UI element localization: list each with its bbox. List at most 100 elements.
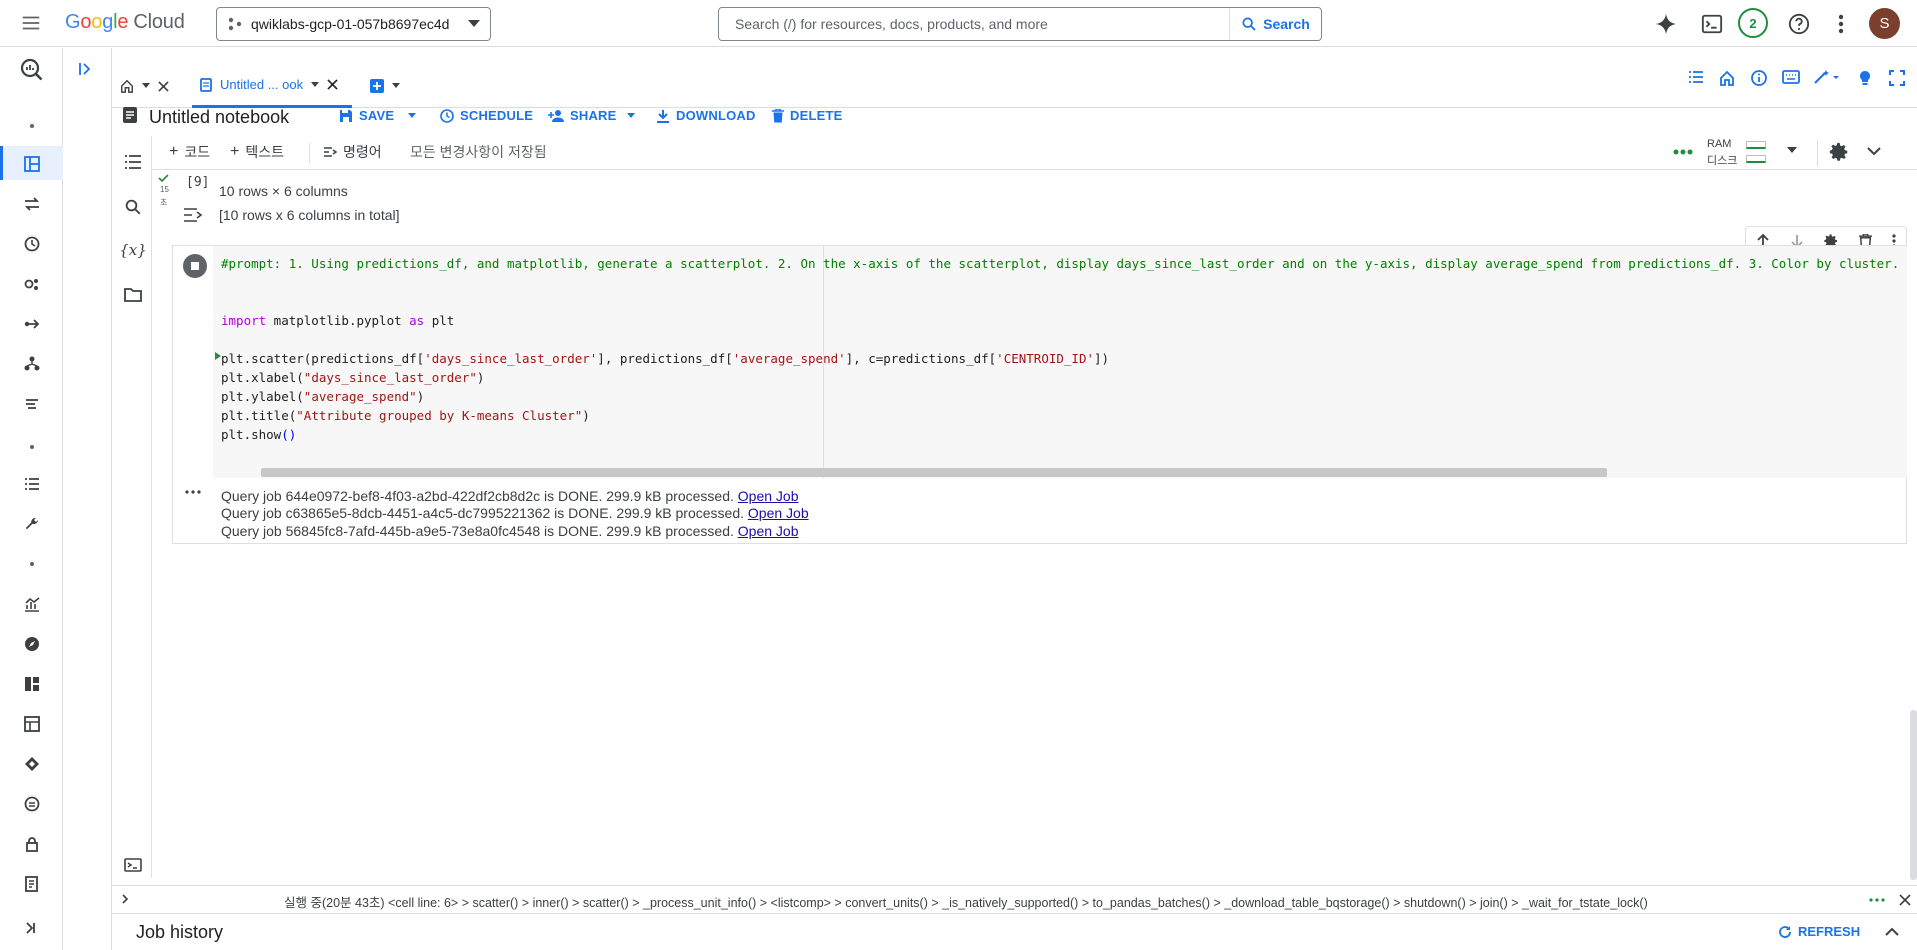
- folder-icon[interactable]: [122, 284, 144, 306]
- fullscreen-icon[interactable]: [1889, 70, 1905, 86]
- save-button[interactable]: SAVE: [339, 108, 417, 123]
- stop-run-button[interactable]: [183, 254, 207, 278]
- code-editor[interactable]: #prompt: 1. Using predictions_df, and ma…: [213, 246, 1907, 478]
- runtime-menu-chevron-icon[interactable]: [1787, 147, 1797, 154]
- product-nav: [0, 48, 63, 950]
- data-transfer-icon[interactable]: [20, 192, 44, 216]
- dashboard-icon[interactable]: [20, 672, 44, 696]
- table-icon[interactable]: [20, 712, 44, 736]
- gemini-sparkle-icon[interactable]: [1653, 11, 1679, 37]
- cloud-shell-icon[interactable]: [1699, 11, 1725, 37]
- exec-success-check-icon: [158, 174, 169, 183]
- lightbulb-icon[interactable]: [1858, 70, 1872, 86]
- settings-gear-icon[interactable]: [1828, 141, 1850, 163]
- code-horizontal-scrollbar[interactable]: [261, 468, 1607, 477]
- expand-job-history-icon[interactable]: [1885, 927, 1899, 936]
- analytics-hub-icon[interactable]: [20, 272, 44, 296]
- main-menu-icon[interactable]: [20, 12, 50, 34]
- code-token: as: [409, 313, 425, 328]
- execution-count: [9]: [186, 175, 210, 190]
- terminal-icon[interactable]: [122, 854, 144, 876]
- expand-status-chevron-icon[interactable]: [122, 894, 129, 904]
- open-job-link[interactable]: Open Job: [738, 488, 799, 504]
- plus-icon: +: [169, 143, 179, 160]
- status-more-icon[interactable]: [1869, 898, 1885, 902]
- nav-dot: [30, 124, 34, 128]
- expand-explorer-icon[interactable]: [78, 61, 94, 77]
- ram-meter: [1746, 141, 1766, 149]
- avatar[interactable]: S: [1869, 8, 1900, 39]
- expand-nav-icon[interactable]: [20, 916, 44, 940]
- open-job-link[interactable]: Open Job: [738, 523, 799, 539]
- delete-button[interactable]: DELETE: [772, 108, 842, 123]
- monitoring-icon[interactable]: [20, 592, 44, 616]
- magic-wand-icon[interactable]: [1813, 69, 1841, 85]
- runtime-connected-icon[interactable]: [1673, 149, 1693, 155]
- add-code-button[interactable]: + 코드: [169, 142, 210, 162]
- keyboard-icon[interactable]: [1782, 70, 1800, 84]
- disk-meter: [1746, 155, 1766, 163]
- help-icon[interactable]: [1786, 11, 1812, 37]
- add-text-button[interactable]: + 텍스트: [230, 142, 284, 162]
- command-palette-button[interactable]: 명령어: [323, 142, 382, 162]
- search-bar[interactable]: Search (/) for resources, docs, products…: [718, 7, 1322, 41]
- notebook-vertical-scrollbar[interactable]: [1910, 710, 1917, 880]
- collapse-chevron-icon[interactable]: [1867, 147, 1881, 156]
- code-token: ]): [1094, 351, 1110, 366]
- release-notes-icon[interactable]: [20, 872, 44, 896]
- query-job-line: Query job c63865e5-8dcb-4451-a4c5-dc7995…: [221, 505, 809, 521]
- table-of-contents-icon[interactable]: [122, 151, 144, 173]
- explorer-collapsed-column: [64, 48, 112, 950]
- variables-icon[interactable]: {x}: [119, 239, 147, 261]
- toolbar-divider: [309, 143, 310, 163]
- search-button[interactable]: Search: [1229, 8, 1321, 40]
- info-icon[interactable]: [1751, 70, 1767, 86]
- disk-label: 디스크: [1707, 155, 1738, 167]
- project-picker[interactable]: qwiklabs-gcp-01-057b8697ec4d: [216, 7, 491, 41]
- nav-dot: [30, 445, 34, 449]
- code-token: ], c=predictions_df[: [845, 351, 997, 366]
- code-token: plt.scatter(predictions_df[: [221, 351, 425, 366]
- explore-compass-icon[interactable]: [20, 632, 44, 656]
- dataplex-icon[interactable]: [20, 352, 44, 376]
- code-token: "Attribute grouped by K-means Cluster": [296, 408, 583, 423]
- google-cloud-logo[interactable]: Google Cloud: [65, 11, 185, 34]
- open-job-link[interactable]: Open Job: [748, 505, 809, 521]
- notifications-badge[interactable]: 2: [1738, 8, 1768, 38]
- list-view-icon[interactable]: [1688, 70, 1704, 84]
- scheduled-queries-icon[interactable]: [20, 232, 44, 256]
- close-icon: [158, 80, 169, 92]
- code-line-prompt: #prompt: 1. Using predictions_df, and ma…: [221, 256, 1907, 271]
- code-token: plt.ylabel(: [221, 389, 304, 404]
- schedule-button[interactable]: SCHEDULE: [440, 108, 533, 123]
- bigquery-logo-icon[interactable]: [20, 58, 44, 82]
- refresh-label: REFRESH: [1798, 924, 1861, 939]
- output-actions-icon[interactable]: [183, 206, 205, 224]
- logo-letter: G: [65, 11, 81, 33]
- studio-icon[interactable]: [20, 152, 44, 176]
- share-button[interactable]: SHARE: [548, 108, 635, 123]
- trash-icon: [772, 108, 784, 122]
- notebook-title[interactable]: Untitled notebook: [149, 107, 289, 128]
- status-close-icon[interactable]: [1899, 894, 1911, 906]
- logo-letter: g: [102, 11, 114, 33]
- diamond-icon[interactable]: [20, 752, 44, 776]
- partner-center-icon[interactable]: [20, 392, 44, 416]
- dataform-icon[interactable]: [20, 312, 44, 336]
- migration-icon[interactable]: [20, 792, 44, 816]
- find-search-icon[interactable]: [122, 196, 144, 218]
- output-total-info: [10 rows x 6 columns in total]: [219, 207, 400, 223]
- code-cell[interactable]: #prompt: 1. Using predictions_df, and ma…: [172, 245, 1907, 544]
- share-label: SHARE: [570, 108, 617, 123]
- project-icon: [227, 16, 243, 32]
- output-more-icon[interactable]: [185, 490, 201, 494]
- more-vert-icon[interactable]: [1828, 11, 1854, 37]
- tab-label: Untitled ... ook: [220, 77, 304, 92]
- home-outline-icon[interactable]: [1719, 70, 1735, 86]
- download-button[interactable]: DOWNLOAD: [656, 108, 756, 123]
- wrench-icon[interactable]: [20, 512, 44, 536]
- jobs-list-icon[interactable]: [20, 472, 44, 496]
- lock-icon[interactable]: [20, 832, 44, 856]
- search-input[interactable]: Search (/) for resources, docs, products…: [719, 8, 1229, 40]
- refresh-button[interactable]: REFRESH: [1778, 924, 1860, 939]
